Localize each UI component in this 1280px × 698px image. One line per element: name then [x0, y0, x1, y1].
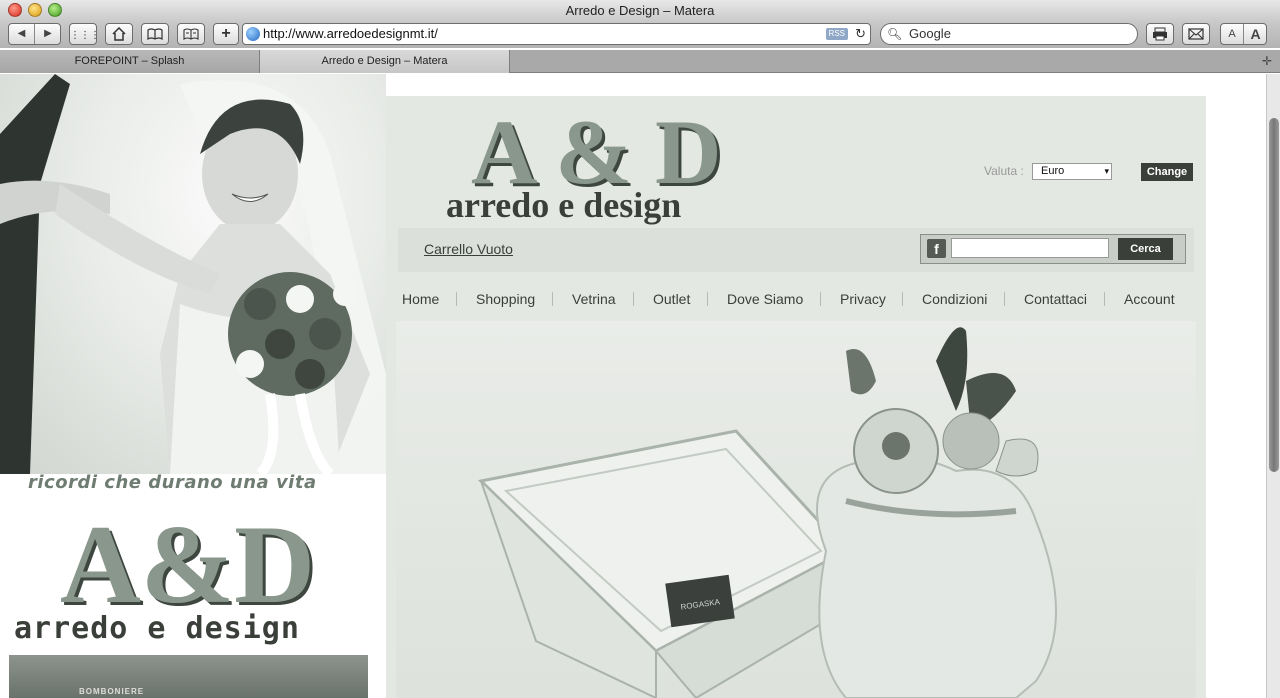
address-bar[interactable]: http://www.arredoedesignmt.it/ RSS ↻ [242, 23, 871, 45]
site-logo[interactable]: A & D arredo e design [446, 106, 726, 225]
nav-divider [552, 292, 553, 306]
book-icon [147, 28, 163, 41]
add-bookmark-button[interactable]: + [213, 23, 239, 45]
mail-button[interactable] [1182, 23, 1210, 45]
nav-dove-siamo[interactable]: Dove Siamo [727, 291, 803, 307]
close-window-button[interactable] [8, 3, 22, 17]
top-sites-button[interactable]: ⋮⋮⋮ [69, 23, 100, 45]
search-icon: 🔍︎ [887, 27, 903, 41]
cart-link[interactable]: Carrello Vuoto [424, 241, 513, 257]
new-tab-icon[interactable]: ✛ [1262, 50, 1272, 73]
smaller-text-icon[interactable]: A [1221, 24, 1244, 44]
nav-divider [1004, 292, 1005, 306]
left-logo-initials: A&D [60, 503, 316, 627]
page-scrollbar[interactable] [1266, 74, 1280, 698]
web-page: ricordi che durano una vita A&D arredo e… [0, 74, 1266, 698]
currency-select[interactable]: Euro ▾ [1032, 163, 1112, 180]
address-input[interactable]: http://www.arredoedesignmt.it/ [263, 24, 438, 44]
nav-home[interactable]: Home [402, 291, 439, 307]
back-forward-buttons[interactable]: ◀ ▶ [8, 23, 61, 45]
zoom-window-button[interactable] [48, 3, 62, 17]
store-photo: BOMBONIERE [9, 655, 368, 698]
back-arrow-icon[interactable]: ◀ [9, 24, 35, 44]
site-search: f Cerca [920, 234, 1186, 264]
printer-icon [1153, 27, 1167, 41]
nav-account[interactable]: Account [1124, 291, 1175, 307]
currency-label: Valuta : [984, 164, 1024, 178]
forward-arrow-icon[interactable]: ▶ [35, 24, 61, 44]
nav-divider [707, 292, 708, 306]
cart-bar: Carrello Vuoto f Cerca [398, 228, 1194, 272]
print-button[interactable] [1146, 23, 1174, 45]
change-currency-button[interactable]: Change [1141, 163, 1193, 181]
currency-value: Euro [1041, 165, 1065, 177]
scrollbar-thumb[interactable] [1269, 118, 1279, 472]
minimize-window-button[interactable] [28, 3, 42, 17]
tagline: ricordi che durano una vita [28, 472, 317, 493]
window-title: Arredo e Design – Matera [565, 3, 715, 18]
home-button[interactable] [105, 23, 133, 45]
nav-contattaci[interactable]: Contattaci [1024, 291, 1087, 307]
bride-photo [0, 74, 386, 474]
left-logo: A&D arredo e design [10, 509, 360, 659]
search-button[interactable]: Cerca [1118, 238, 1173, 260]
nav-divider [820, 292, 821, 306]
globe-icon [246, 27, 260, 41]
left-logo-text: arredo e design [14, 611, 300, 646]
open-book-icon [183, 28, 199, 41]
tab-bar: FOREPOINT – Splash Arredo e Design – Mat… [0, 50, 1280, 73]
main-nav: Home Shopping Vetrina Outlet Dove Siamo … [386, 286, 1206, 316]
chevron-down-icon: ▾ [1104, 166, 1109, 176]
window-titlebar: Arredo e Design – Matera [0, 0, 1280, 22]
larger-text-icon[interactable]: A [1244, 24, 1267, 44]
site-search-input[interactable] [951, 238, 1109, 258]
store-sign: BOMBONIERE [79, 687, 145, 696]
nav-divider [633, 292, 634, 306]
tab-forepoint[interactable]: FOREPOINT – Splash [0, 50, 260, 73]
hero-illustration: ROGASKA [477, 327, 1057, 698]
facebook-icon[interactable]: f [927, 239, 946, 258]
nav-privacy[interactable]: Privacy [840, 291, 886, 307]
nav-divider [456, 292, 457, 306]
plus-icon: + [221, 25, 231, 42]
grid-icon: ⋮⋮⋮ [70, 30, 100, 41]
reader-button[interactable] [177, 23, 205, 45]
nav-outlet[interactable]: Outlet [653, 291, 690, 307]
nav-vetrina[interactable]: Vetrina [572, 291, 616, 307]
envelope-icon [1188, 28, 1204, 40]
search-field[interactable]: 🔍︎ Google [880, 23, 1138, 45]
main-panel: A & D arredo e design Valuta : Euro ▾ Ch… [386, 96, 1206, 698]
site-logo-text: arredo e design [446, 185, 682, 225]
bookmarks-button[interactable] [141, 23, 169, 45]
browser-toolbar: ◀ ▶ ⋮⋮⋮ + http://www.arredoedesignmt.it/… [0, 22, 1280, 48]
text-size-buttons[interactable]: A A [1220, 23, 1267, 45]
rss-badge[interactable]: RSS [825, 28, 848, 40]
home-icon [112, 26, 126, 41]
tab-arredo[interactable]: Arredo e Design – Matera [260, 50, 510, 73]
nav-condizioni[interactable]: Condizioni [922, 291, 987, 307]
hero-image: ROGASKA [396, 321, 1196, 698]
nav-shopping[interactable]: Shopping [476, 291, 535, 307]
reload-icon[interactable]: ↻ [855, 24, 866, 44]
nav-divider [902, 292, 903, 306]
bride-illustration [0, 74, 386, 474]
nav-divider [1104, 292, 1105, 306]
search-placeholder: Google [909, 26, 951, 41]
left-column: ricordi che durano una vita A&D arredo e… [0, 74, 386, 698]
